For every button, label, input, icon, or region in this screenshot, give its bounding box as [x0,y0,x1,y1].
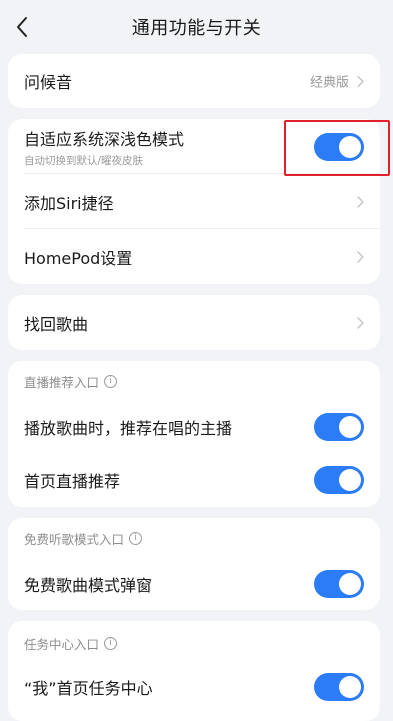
siri-row[interactable]: 添加Siri捷径 [8,174,380,229]
info-icon[interactable]: i [129,531,143,545]
siri-right [357,195,364,208]
homepod-right [357,250,364,263]
chevron-right-icon [357,75,364,87]
live-item-label: 首页直播推荐 [24,472,121,491]
settings-page: 通用功能与开关 问候音 经典版 自适应系统深浅色模式 自动切换到默认/曜夜皮肤 [0,0,393,721]
find-songs-label: 找回歌曲 [24,314,89,334]
task-section-header: 任务中心入口 i [8,621,380,665]
dark-mode-label: 自适应系统深浅色模式 [24,129,185,149]
task-item-row: “我”首页任务中心 [8,665,380,709]
task-center-toggle[interactable] [314,673,364,701]
free-item-right [314,570,364,598]
live-item-right [314,466,364,494]
toggle-knob [339,676,361,698]
task-section-title: 任务中心入口 [24,636,100,652]
task-item-label: “我”首页任务中心 [24,679,153,698]
greeting-row[interactable]: 问候音 经典版 [8,54,380,108]
dark-mode-text: 自适应系统深浅色模式 自动切换到默认/曜夜皮肤 [24,126,184,168]
live-item-label: 播放歌曲时，推荐在唱的主播 [24,419,233,438]
live-section-header: 直播推荐入口 i [8,361,380,401]
task-section-card: 任务中心入口 i “我”首页任务中心 [8,621,380,721]
greeting-value: 经典版 [309,75,349,91]
free-item-label: 免费歌曲模式弹窗 [24,576,153,595]
siri-label: 添加Siri捷径 [24,193,114,213]
homepod-row[interactable]: HomePod设置 [8,229,380,284]
homepod-label: HomePod设置 [24,248,133,268]
chevron-right-icon [357,250,364,263]
free-section-card: 免费听歌模式入口 i 免费歌曲模式弹窗 [8,518,380,610]
chevron-right-icon [357,316,364,329]
info-icon[interactable]: i [104,636,118,650]
nav-header: 通用功能与开关 [0,0,393,54]
toggle-knob [339,573,361,595]
live-section-card: 直播推荐入口 i 播放歌曲时，推荐在唱的主播 首页直播推荐 [8,361,380,507]
free-section-title: 免费听歌模式入口 [24,531,125,547]
find-songs-card: 找回歌曲 [8,295,380,350]
page-title: 通用功能与开关 [131,18,262,39]
find-songs-row[interactable]: 找回歌曲 [8,295,380,350]
live-item-row: 首页直播推荐 [8,453,380,507]
greeting-label: 问候音 [24,73,73,92]
chevron-right-icon [357,195,364,208]
live-item-row: 播放歌曲时，推荐在唱的主播 [8,401,380,453]
info-icon[interactable]: i [104,374,118,388]
highlight-annotation [284,120,390,176]
live-section-title: 直播推荐入口 [24,374,100,390]
free-popup-toggle[interactable] [314,570,364,598]
free-item-row: 免费歌曲模式弹窗 [8,558,380,610]
toggle-knob [339,416,361,438]
find-songs-right [357,316,364,329]
toggle-knob [339,469,361,491]
chevron-left-icon [17,17,27,37]
dark-mode-sub: 自动切换到默认/曜夜皮肤 [24,154,144,167]
home-live-toggle[interactable] [314,466,364,494]
greeting-right: 经典版 [310,72,364,91]
greeting-card: 问候音 经典版 [8,54,380,108]
task-item-right [314,673,364,701]
live-singing-toggle[interactable] [314,413,364,441]
free-section-header: 免费听歌模式入口 i [8,518,380,558]
live-item-right [314,413,364,441]
back-button[interactable] [4,9,40,45]
